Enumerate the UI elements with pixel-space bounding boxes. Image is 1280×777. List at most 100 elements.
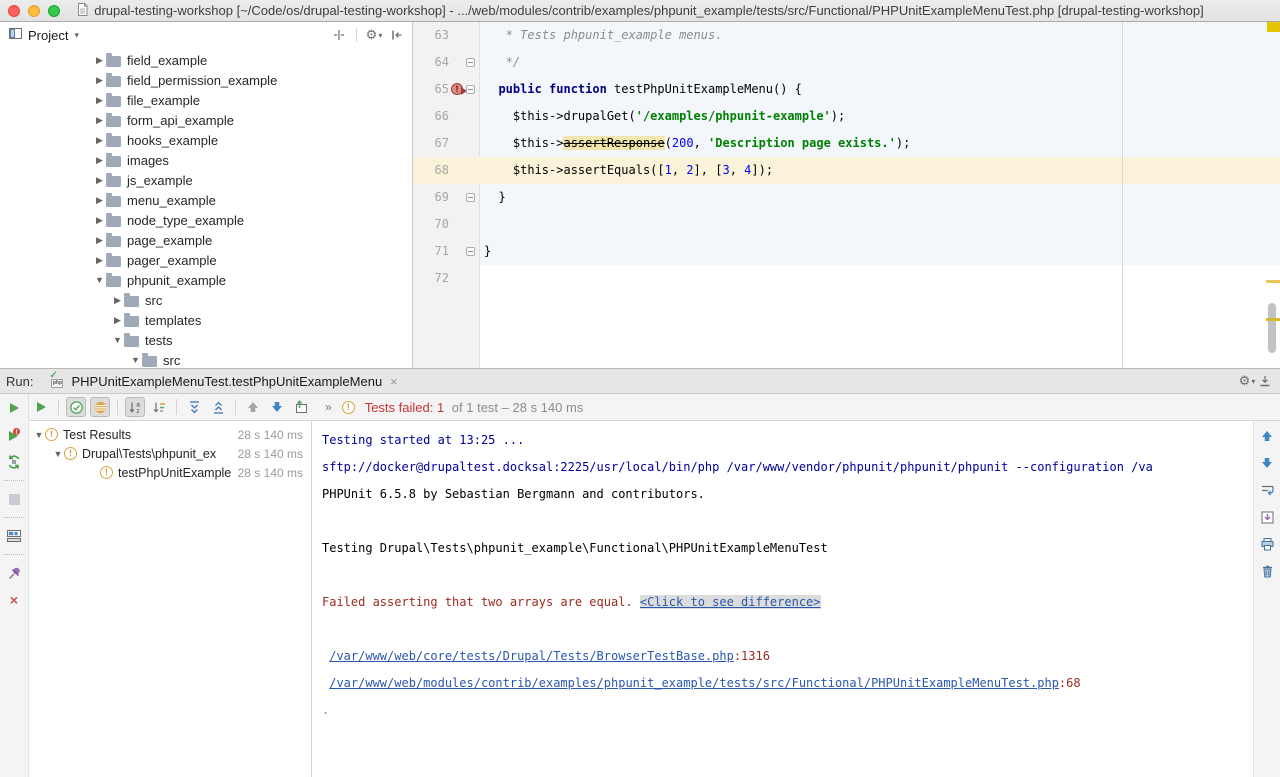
- failed-test-gutter-icon[interactable]: !: [451, 83, 463, 95]
- inspection-status-square[interactable]: [1267, 22, 1280, 32]
- print-icon[interactable]: [1258, 535, 1276, 553]
- gear-icon[interactable]: ⚙▾: [1238, 372, 1256, 390]
- project-header-label[interactable]: Project: [28, 28, 68, 43]
- chevron-collapsed-icon[interactable]: ▶: [93, 115, 106, 126]
- zoom-window-button[interactable]: [48, 5, 60, 17]
- clear-console-icon[interactable]: [1258, 562, 1276, 580]
- close-panel-button[interactable]: ×: [5, 591, 23, 609]
- chevron-collapsed-icon[interactable]: ▶: [111, 315, 124, 326]
- close-tab-icon[interactable]: ×: [390, 374, 398, 389]
- warning-stripe-mark[interactable]: [1266, 280, 1280, 283]
- chevron-collapsed-icon[interactable]: ▶: [93, 235, 106, 246]
- file-link[interactable]: /var/www/web/modules/contrib/examples/ph…: [329, 676, 1059, 690]
- code-text[interactable]: */: [480, 49, 1280, 76]
- pin-tab-button[interactable]: [5, 564, 23, 582]
- editor-line[interactable]: 68 $this->assertEquals([1, 2], [3, 4]);: [413, 157, 1280, 184]
- code-text[interactable]: public function testPhpUnitExampleMenu()…: [480, 76, 1280, 103]
- project-tree-item[interactable]: ▶field_permission_example: [0, 70, 412, 90]
- code-text[interactable]: }: [480, 238, 1280, 265]
- test-tree-item[interactable]: !testPhpUnitExampleM28 s 140 ms: [29, 463, 311, 482]
- code-text[interactable]: $this->assertEquals([1, 2], [3, 4]);: [480, 157, 1280, 184]
- project-tree-item[interactable]: ▶menu_example: [0, 190, 412, 210]
- project-tree-item[interactable]: ▼tests: [0, 330, 412, 350]
- chevron-collapsed-icon[interactable]: ▶: [93, 195, 106, 206]
- code-text[interactable]: $this->assertResponse(200, 'Description …: [480, 130, 1280, 157]
- editor-line[interactable]: 70: [413, 211, 1280, 238]
- run-configuration-tab[interactable]: ✓ php PHPUnitExampleMenuTest.testPhpUnit…: [43, 369, 403, 394]
- project-tree-item[interactable]: ▶js_example: [0, 170, 412, 190]
- code-text[interactable]: [480, 265, 1280, 292]
- locate-file-icon[interactable]: [330, 26, 348, 44]
- editor-line[interactable]: 64 */: [413, 49, 1280, 76]
- test-tree-item[interactable]: ▼!Test Results28 s 140 ms: [29, 425, 311, 444]
- project-tree-item[interactable]: ▶src: [0, 290, 412, 310]
- rerun-button[interactable]: [5, 399, 23, 417]
- chevron-collapsed-icon[interactable]: ▶: [93, 255, 106, 266]
- next-failed-test-button[interactable]: [267, 397, 287, 417]
- expand-all-button[interactable]: [184, 397, 204, 417]
- project-tree-item[interactable]: ▶node_type_example: [0, 210, 412, 230]
- up-stack-trace-button[interactable]: [1258, 427, 1276, 445]
- close-window-button[interactable]: [8, 5, 20, 17]
- show-passed-toggle[interactable]: [66, 397, 86, 417]
- code-editor[interactable]: 63 * Tests phpunit_example menus.64 */65…: [413, 22, 1280, 368]
- fold-marker-icon[interactable]: [466, 193, 475, 202]
- editor-line[interactable]: 66 $this->drupalGet('/examples/phpunit-e…: [413, 103, 1280, 130]
- show-ignored-toggle[interactable]: [90, 397, 110, 417]
- project-tree-item[interactable]: ▶file_example: [0, 90, 412, 110]
- editor-line[interactable]: 71}: [413, 238, 1280, 265]
- sort-alphabetically-toggle[interactable]: az: [125, 397, 145, 417]
- project-tree-item[interactable]: ▶images: [0, 150, 412, 170]
- stop-button[interactable]: [5, 490, 23, 508]
- test-console-output[interactable]: Testing started at 13:25 ...sftp://docke…: [312, 421, 1253, 777]
- chevron-expanded-icon[interactable]: ▼: [33, 430, 45, 440]
- chevron-collapsed-icon[interactable]: ▶: [111, 295, 124, 306]
- scroll-to-end-button[interactable]: [1258, 508, 1276, 526]
- toggle-auto-test-button[interactable]: [5, 453, 23, 471]
- project-tree-item[interactable]: ▼src: [0, 350, 412, 368]
- editor-line[interactable]: 69 }: [413, 184, 1280, 211]
- soft-wrap-button[interactable]: [1258, 481, 1276, 499]
- chevron-expanded-icon[interactable]: ▼: [111, 335, 124, 345]
- minimize-window-button[interactable]: [28, 5, 40, 17]
- warning-stripe-mark[interactable]: [1266, 318, 1280, 321]
- overflow-icon[interactable]: »: [325, 400, 332, 414]
- fold-marker-icon[interactable]: [466, 247, 475, 256]
- collapse-all-button[interactable]: [208, 397, 228, 417]
- project-tree-item[interactable]: ▶form_api_example: [0, 110, 412, 130]
- editor-line[interactable]: 63 * Tests phpunit_example menus.: [413, 22, 1280, 49]
- fold-marker-icon[interactable]: [466, 85, 475, 94]
- chevron-collapsed-icon[interactable]: ▶: [93, 135, 106, 146]
- see-difference-link[interactable]: <Click to see difference>: [640, 595, 821, 609]
- code-text[interactable]: $this->drupalGet('/examples/phpunit-exam…: [480, 103, 1280, 130]
- project-tree-item[interactable]: ▶hooks_example: [0, 130, 412, 150]
- test-tree-item[interactable]: ▼!Drupal\Tests\phpunit_ex28 s 140 ms: [29, 444, 311, 463]
- sort-by-duration-button[interactable]: [149, 397, 169, 417]
- chevron-expanded-icon[interactable]: ▼: [93, 275, 106, 285]
- previous-failed-test-button[interactable]: [243, 397, 263, 417]
- project-tree-item[interactable]: ▶pager_example: [0, 250, 412, 270]
- hide-panel-icon[interactable]: [1256, 372, 1274, 390]
- gear-icon[interactable]: ⚙▾: [365, 26, 383, 44]
- chevron-collapsed-icon[interactable]: ▶: [93, 55, 106, 66]
- rerun-tests-button[interactable]: [31, 397, 51, 417]
- file-link[interactable]: /var/www/web/core/tests/Drupal/Tests/Bro…: [329, 649, 734, 663]
- project-tree-item[interactable]: ▼phpunit_example: [0, 270, 412, 290]
- fold-marker-icon[interactable]: [466, 58, 475, 67]
- chevron-expanded-icon[interactable]: ▼: [52, 449, 64, 459]
- editor-line[interactable]: 72: [413, 265, 1280, 292]
- hide-panel-icon[interactable]: [388, 26, 406, 44]
- code-text[interactable]: [480, 211, 1280, 238]
- chevron-collapsed-icon[interactable]: ▶: [93, 75, 106, 86]
- chevron-collapsed-icon[interactable]: ▶: [93, 175, 106, 186]
- rerun-failed-tests-button[interactable]: !: [5, 426, 23, 444]
- project-tree-item[interactable]: ▶templates: [0, 310, 412, 330]
- chevron-collapsed-icon[interactable]: ▶: [93, 155, 106, 166]
- chevron-collapsed-icon[interactable]: ▶: [93, 95, 106, 106]
- editor-line[interactable]: 65! public function testPhpUnitExampleMe…: [413, 76, 1280, 103]
- code-text[interactable]: }: [480, 184, 1280, 211]
- import-test-results-button[interactable]: [291, 397, 311, 417]
- project-tree-item[interactable]: ▶field_example: [0, 50, 412, 70]
- code-text[interactable]: * Tests phpunit_example menus.: [480, 22, 1280, 49]
- chevron-collapsed-icon[interactable]: ▶: [93, 215, 106, 226]
